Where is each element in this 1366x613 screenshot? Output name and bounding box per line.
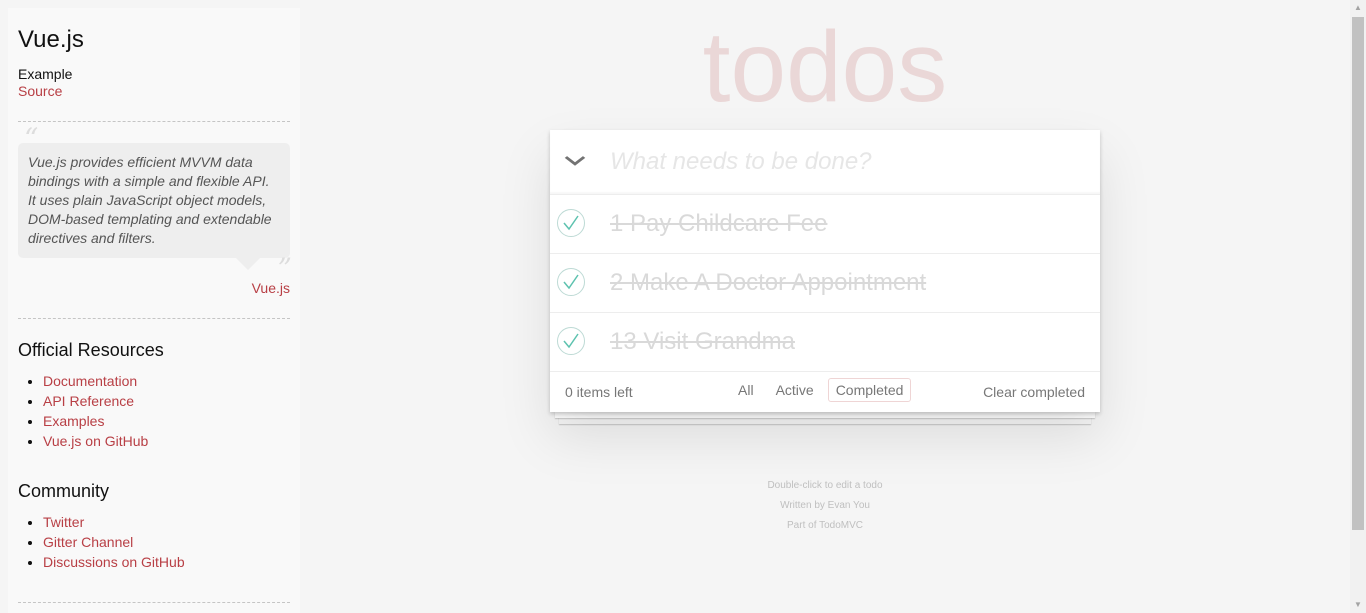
quote-text: Vue.js provides efficient MVVM data bind…	[28, 154, 272, 246]
list-item: Examples	[43, 411, 148, 431]
list-item: Gitter Channel	[43, 532, 185, 552]
new-todo-input[interactable]	[610, 130, 1100, 194]
sidebar: Vue.js Example Source “ Vue.js provides …	[8, 8, 300, 613]
divider	[18, 318, 290, 319]
todo-footer: 0 items left All Active Completed Clear …	[550, 372, 1100, 412]
vue-github-link[interactable]: Vue.js on GitHub	[43, 433, 148, 449]
documentation-link[interactable]: Documentation	[43, 373, 137, 389]
scroll-down-arrow-icon[interactable]: ▼	[1350, 597, 1366, 613]
toggle-all-chevron-icon[interactable]	[558, 148, 592, 174]
info-todomvc: Part of TodoMVC	[787, 520, 863, 531]
example-label: Example	[18, 66, 73, 82]
stack-shadow	[555, 412, 1095, 418]
todo-app: 1 Pay Childcare Fee 2 Make A Doctor Appo…	[550, 130, 1100, 412]
scroll-thumb[interactable]	[1352, 17, 1364, 530]
checkmark-icon[interactable]	[557, 209, 585, 237]
quote-cite-link[interactable]: Vue.js	[252, 280, 290, 296]
filter-completed[interactable]: Completed	[827, 378, 912, 402]
official-resources-list: Documentation API Reference Examples Vue…	[18, 371, 148, 451]
list-item: Documentation	[43, 371, 148, 391]
divider	[18, 602, 290, 603]
clear-completed-button[interactable]: Clear completed	[983, 384, 1085, 400]
divider	[18, 121, 290, 122]
close-quote-icon: ”	[277, 252, 292, 285]
filter-active[interactable]: Active	[768, 378, 822, 402]
todo-list: 1 Pay Childcare Fee 2 Make A Doctor Appo…	[550, 195, 1100, 372]
checkmark-icon[interactable]	[557, 268, 585, 296]
info-edit-hint: Double-click to edit a todo	[767, 480, 883, 491]
community-title: Community	[18, 481, 110, 501]
sidebar-title: Vue.js	[18, 26, 84, 53]
info-footer: Double-click to edit a todo Written by E…	[550, 476, 1100, 536]
vertical-scrollbar[interactable]: ▲ ▼	[1350, 0, 1366, 613]
gitter-link[interactable]: Gitter Channel	[43, 534, 133, 550]
examples-link[interactable]: Examples	[43, 413, 104, 429]
twitter-link[interactable]: Twitter	[43, 514, 84, 530]
source-link[interactable]: Source	[18, 83, 290, 100]
app-title: todos	[702, 11, 948, 123]
todo-item: 2 Make A Doctor Appointment	[550, 254, 1100, 313]
list-item: Vue.js on GitHub	[43, 431, 148, 451]
todo-item: 1 Pay Childcare Fee	[550, 195, 1100, 254]
filters: All Active Completed	[730, 378, 912, 402]
todo-label[interactable]: 13 Visit Grandma	[610, 313, 795, 371]
list-item: Discussions on GitHub	[43, 552, 185, 572]
quote-bubble: “ Vue.js provides efficient MVVM data bi…	[18, 125, 292, 283]
list-item: Twitter	[43, 512, 185, 532]
header	[550, 130, 1100, 195]
todo-label[interactable]: 1 Pay Childcare Fee	[610, 195, 827, 253]
list-item: API Reference	[43, 391, 148, 411]
checkmark-icon[interactable]	[557, 327, 585, 355]
info-author: Written by Evan You	[780, 500, 870, 511]
api-reference-link[interactable]: API Reference	[43, 393, 134, 409]
quote-block: “ Vue.js provides efficient MVVM data bi…	[18, 125, 292, 283]
scroll-up-arrow-icon[interactable]: ▲	[1350, 0, 1366, 16]
discussions-link[interactable]: Discussions on GitHub	[43, 554, 185, 570]
todo-label[interactable]: 2 Make A Doctor Appointment	[610, 254, 926, 312]
filter-all[interactable]: All	[730, 378, 762, 402]
quote-arrow	[236, 258, 260, 270]
open-quote-icon: “	[24, 122, 39, 155]
community-list: Twitter Gitter Channel Discussions on Gi…	[18, 512, 185, 572]
official-resources-title: Official Resources	[18, 340, 164, 360]
todo-item: 13 Visit Grandma	[550, 313, 1100, 372]
items-left-count: 0 items left	[565, 384, 633, 400]
